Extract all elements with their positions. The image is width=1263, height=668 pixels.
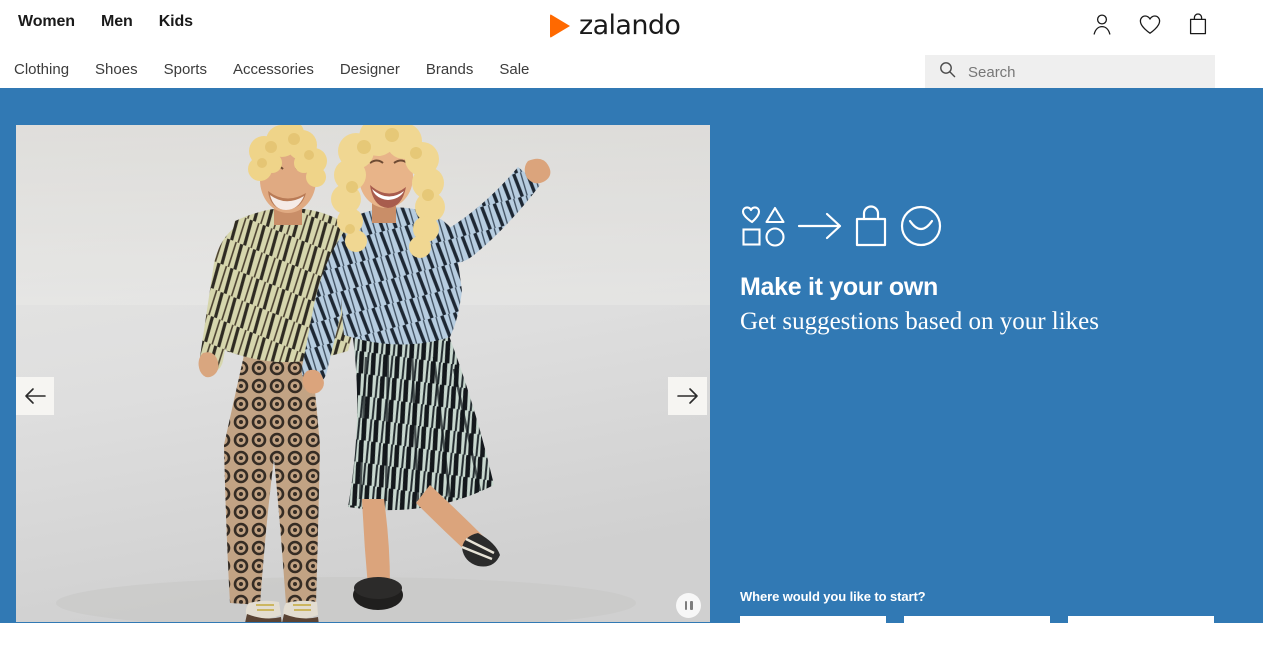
zalando-logo-mark-icon <box>550 13 570 38</box>
carousel-next-button[interactable] <box>668 377 707 415</box>
promo-subheadline: Get suggestions based on your likes <box>740 308 1099 335</box>
subnav-designer[interactable]: Designer <box>340 62 400 77</box>
search-input[interactable] <box>968 63 1201 81</box>
hero-promo-panel: Make it your own Get suggestions based o… <box>740 176 1216 668</box>
shopping-bag-icon[interactable] <box>1185 10 1211 38</box>
carousel-pause-button[interactable] <box>676 593 701 618</box>
start-prompt-label: Where would you like to start? <box>740 589 926 604</box>
zalando-homepage: Women Men Kids zalando Clothing Shoes Sp… <box>0 0 1263 668</box>
pause-bar-right <box>690 601 693 610</box>
promo-headline: Make it your own <box>740 273 939 301</box>
promo-icon-row <box>740 204 944 253</box>
page-body-below-hero <box>0 623 1263 668</box>
shapes-grid-icon <box>740 204 790 253</box>
subnav-sale[interactable]: Sale <box>499 62 529 77</box>
carousel-slide[interactable] <box>16 125 710 622</box>
subnav-sports[interactable]: Sports <box>164 62 207 77</box>
subnav-brands[interactable]: Brands <box>426 62 474 77</box>
primary-gender-nav: Women Men Kids <box>18 14 193 30</box>
zalando-logo[interactable]: zalando <box>550 10 681 41</box>
pause-bar-left <box>684 601 687 610</box>
header-icon-group <box>1089 10 1211 38</box>
top-nav-men[interactable]: Men <box>101 14 133 30</box>
shopping-bag-outline-icon <box>850 204 892 253</box>
account-icon[interactable] <box>1089 10 1115 38</box>
search-icon <box>939 61 956 83</box>
site-header: Women Men Kids zalando Clothing Shoes Sp… <box>0 0 1263 89</box>
search-bar[interactable] <box>925 55 1215 89</box>
carousel-prev-button[interactable] <box>16 377 54 415</box>
smiley-face-icon <box>898 204 944 253</box>
arrow-right-icon <box>796 204 844 253</box>
subnav-accessories[interactable]: Accessories <box>233 62 314 77</box>
hero-banner: Make it your own Get suggestions based o… <box>0 88 1263 660</box>
wishlist-heart-icon[interactable] <box>1137 10 1163 38</box>
subnav-clothing[interactable]: Clothing <box>14 62 69 77</box>
top-nav-kids[interactable]: Kids <box>159 14 193 30</box>
category-nav: Clothing Shoes Sports Accessories Design… <box>14 62 529 77</box>
zalando-logo-text: zalando <box>579 10 681 41</box>
subnav-shoes[interactable]: Shoes <box>95 62 138 77</box>
top-nav-women[interactable]: Women <box>18 14 75 30</box>
campaign-photo <box>16 125 710 622</box>
